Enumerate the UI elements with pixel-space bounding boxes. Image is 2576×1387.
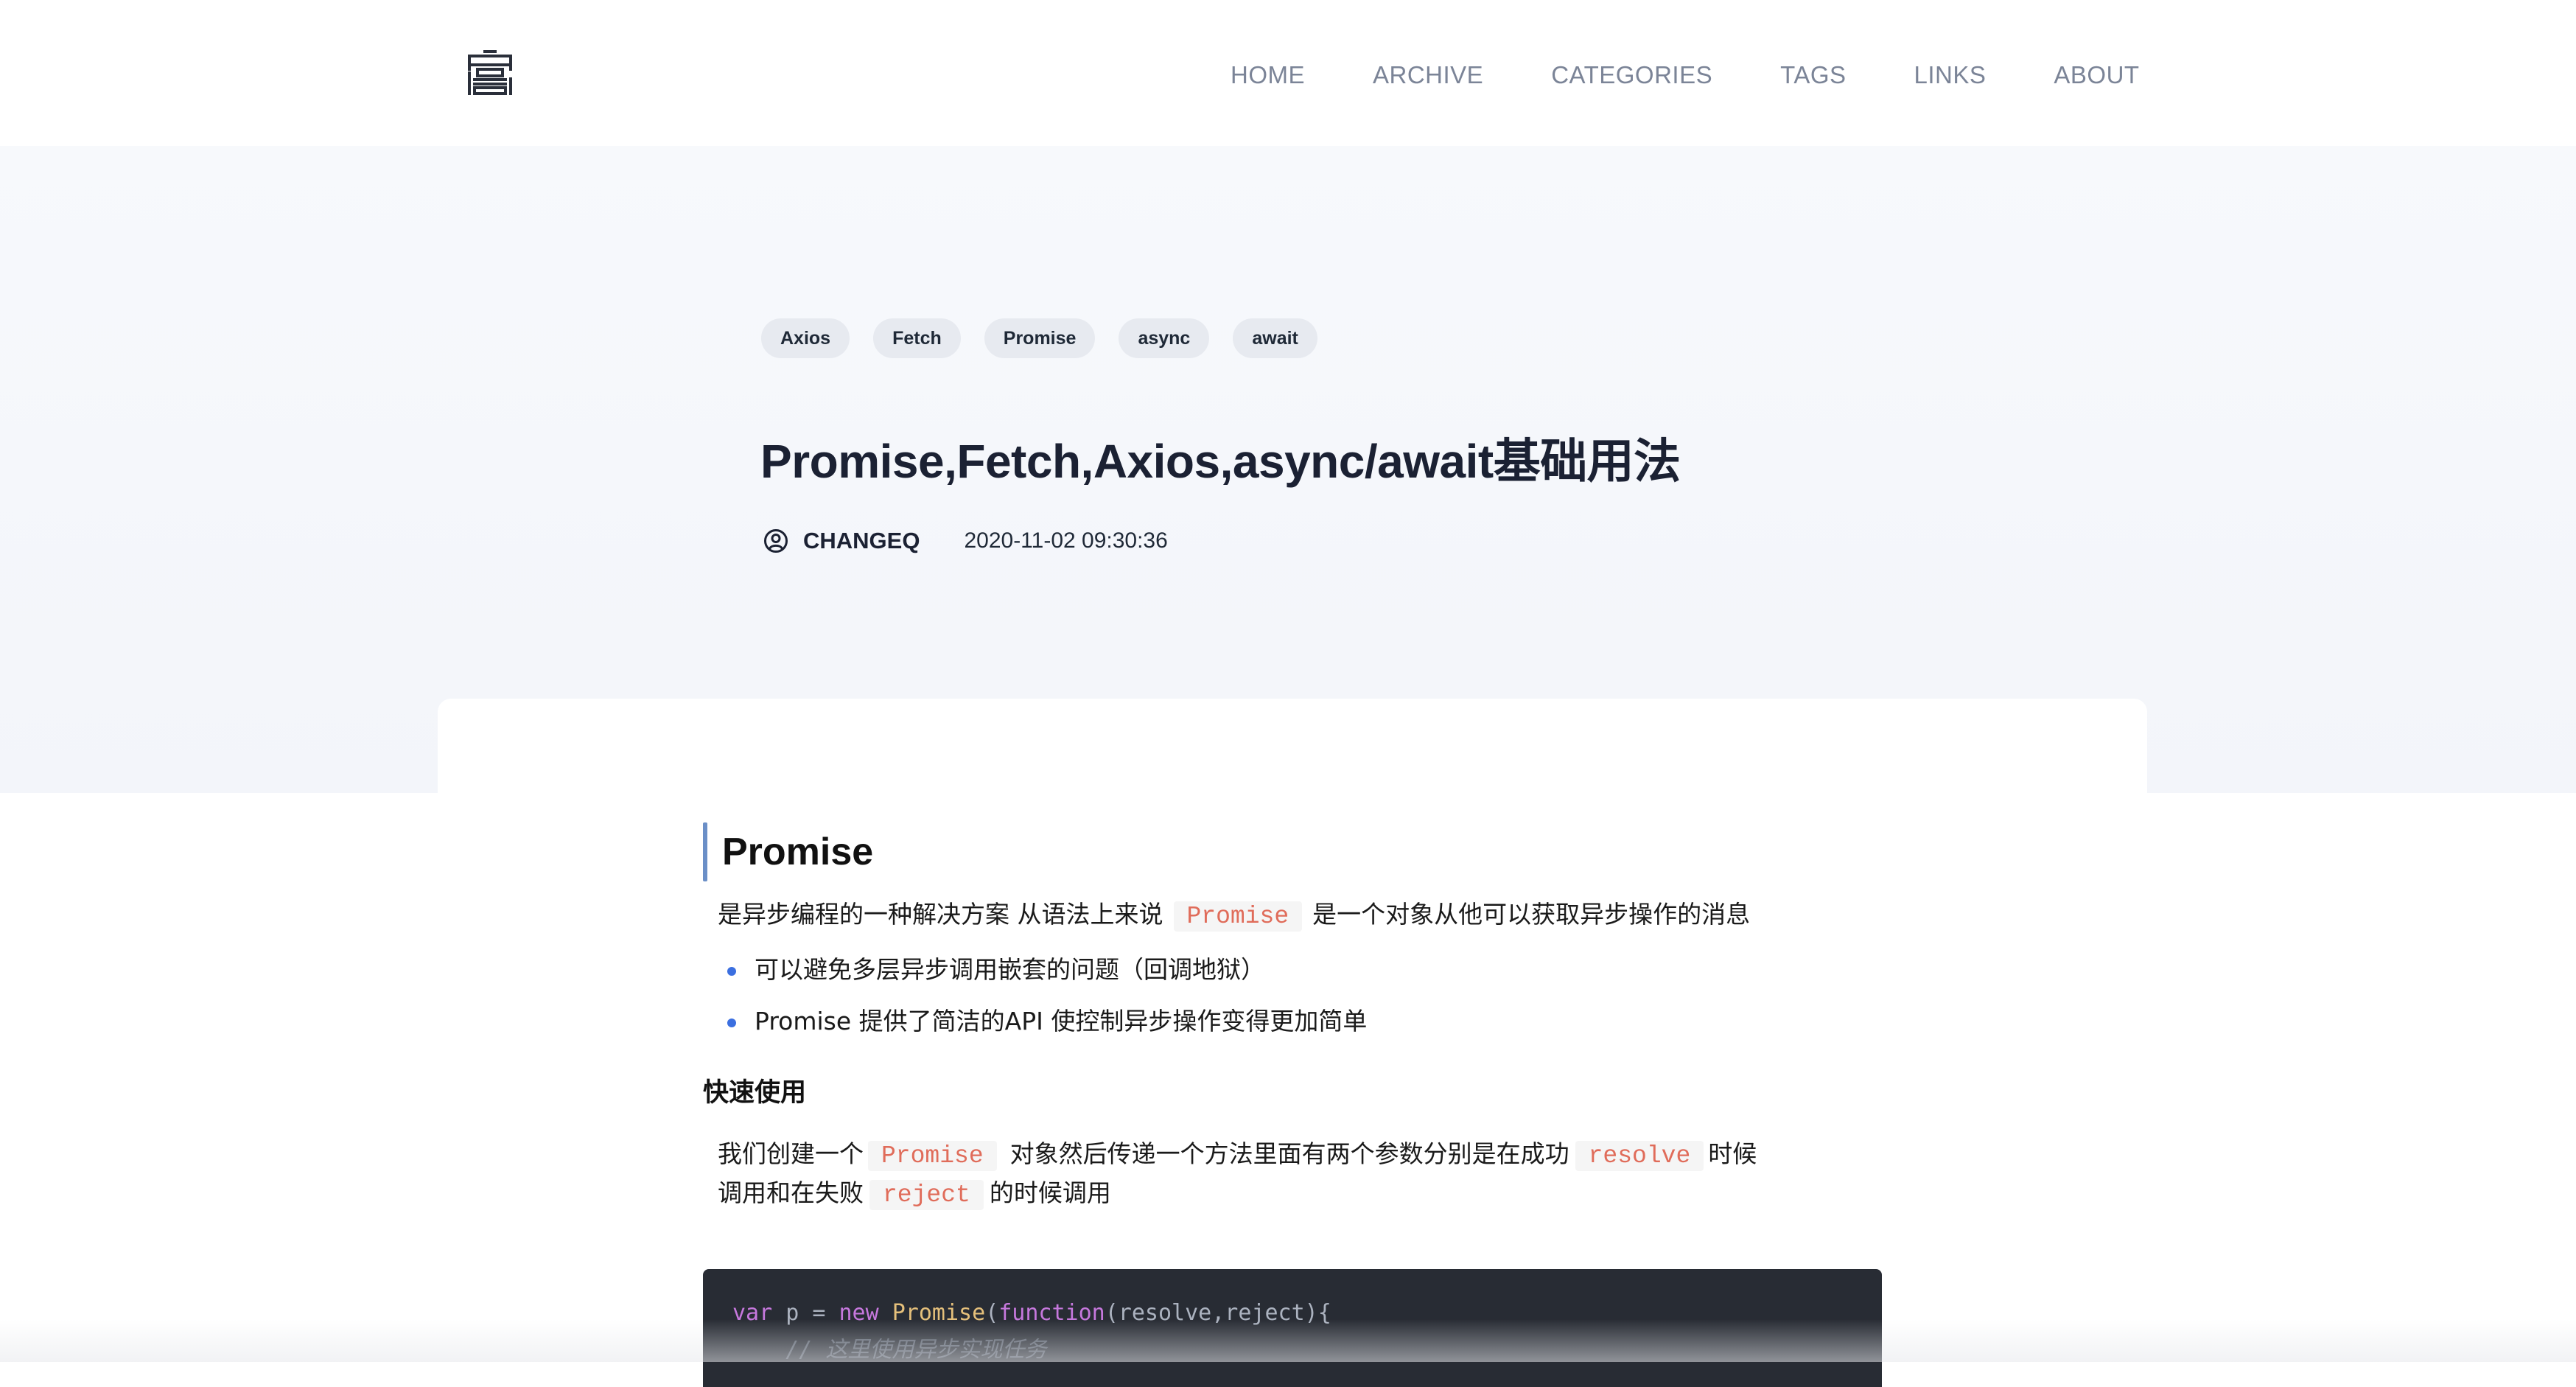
tag-async[interactable]: async: [1119, 318, 1210, 358]
section-heading-promise: Promise: [703, 822, 1882, 881]
text: 时候: [1708, 1139, 1757, 1168]
list-item: 可以避免多层异步调用嵌套的问题（回调地狱）: [703, 944, 1882, 996]
subheading-quick-use: 快速使用: [703, 1078, 807, 1108]
post-author[interactable]: CHANGEQ: [803, 528, 920, 554]
list-item-text: 可以避免多层异步调用嵌套的问题（回调地狱）: [755, 955, 1265, 984]
code-comment-line: // 这里使用异步实现任务: [732, 1337, 1047, 1363]
post-tags: Axios Fetch Promise async await: [761, 318, 1341, 358]
code-token: (: [985, 1300, 999, 1326]
nav-tags[interactable]: TAGS: [1780, 61, 1846, 89]
user-circle-icon: [764, 529, 788, 553]
nav-links[interactable]: LINKS: [1914, 61, 1987, 89]
post-date: 2020-11-02 09:30:36: [964, 528, 1168, 553]
text: 是异步编程的一种解决方案 从语法上来说: [718, 900, 1163, 929]
code-block[interactable]: var p = new Promise(function(resolve,rej…: [703, 1269, 1882, 1387]
feature-list: 可以避免多层异步调用嵌套的问题（回调地狱） Promise 提供了简洁的API …: [703, 944, 1882, 1047]
nav-archive[interactable]: ARCHIVE: [1373, 61, 1483, 89]
intro-paragraph: 是异步编程的一种解决方案 从语法上来说 Promise 是一个对象从他可以获取异步操…: [703, 896, 1882, 935]
inline-code: resolve: [1575, 1141, 1704, 1171]
inline-code: Promise: [1173, 901, 1303, 932]
post-meta: CHANGEQ 2020-11-02 09:30:36: [763, 525, 1168, 557]
text: 的时候调用: [989, 1178, 1111, 1207]
code-line: var p = new Promise(function(resolve,rej…: [732, 1300, 1331, 1326]
inline-code: reject: [869, 1180, 984, 1210]
code-token: var: [732, 1300, 773, 1326]
text: 我们创建一个: [718, 1139, 864, 1168]
site-header: HOME ARCHIVE CATEGORIES TAGS LINKS ABOUT: [0, 0, 2576, 146]
code-token: Promise: [892, 1300, 986, 1326]
main-nav: HOME ARCHIVE CATEGORIES TAGS LINKS ABOUT: [1231, 53, 2140, 97]
text: 调用和在失败: [718, 1178, 864, 1207]
nav-home[interactable]: HOME: [1231, 61, 1305, 89]
tag-promise[interactable]: Promise: [984, 318, 1096, 358]
code-token: function: [998, 1300, 1105, 1326]
inline-code: Promise: [868, 1141, 997, 1171]
bullet-icon: [727, 1019, 736, 1027]
site-logo-icon[interactable]: [467, 49, 513, 97]
code-token: (resolve,reject){: [1105, 1300, 1331, 1326]
list-item: Promise 提供了简洁的API 使控制异步操作变得更加简单: [703, 996, 1882, 1047]
tag-axios[interactable]: Axios: [761, 318, 850, 358]
code-token: new: [839, 1300, 879, 1326]
bullet-icon: [727, 967, 736, 976]
post-title: Promise,Fetch,Axios,async/await基础用法: [760, 435, 1681, 488]
nav-categories[interactable]: CATEGORIES: [1551, 61, 1712, 89]
tag-await[interactable]: await: [1233, 318, 1317, 358]
text: 对象然后传递一个方法里面有两个参数分别是在成功: [1009, 1139, 1569, 1168]
usage-paragraph: 我们创建一个 Promise 对象然后传递一个方法里面有两个参数分别是在成功 reso…: [703, 1136, 1882, 1214]
tag-fetch[interactable]: Fetch: [873, 318, 961, 358]
list-item-text: Promise 提供了简洁的API 使控制异步操作变得更加简单: [755, 1007, 1368, 1035]
code-token: p =: [772, 1300, 839, 1326]
article-content: Promise 是异步编程的一种解决方案 从语法上来说 Promise 是一个对象从…: [703, 822, 1882, 1214]
text: 是一个对象从他可以获取异步操作的消息: [1312, 900, 1751, 929]
nav-about[interactable]: ABOUT: [2054, 61, 2139, 89]
